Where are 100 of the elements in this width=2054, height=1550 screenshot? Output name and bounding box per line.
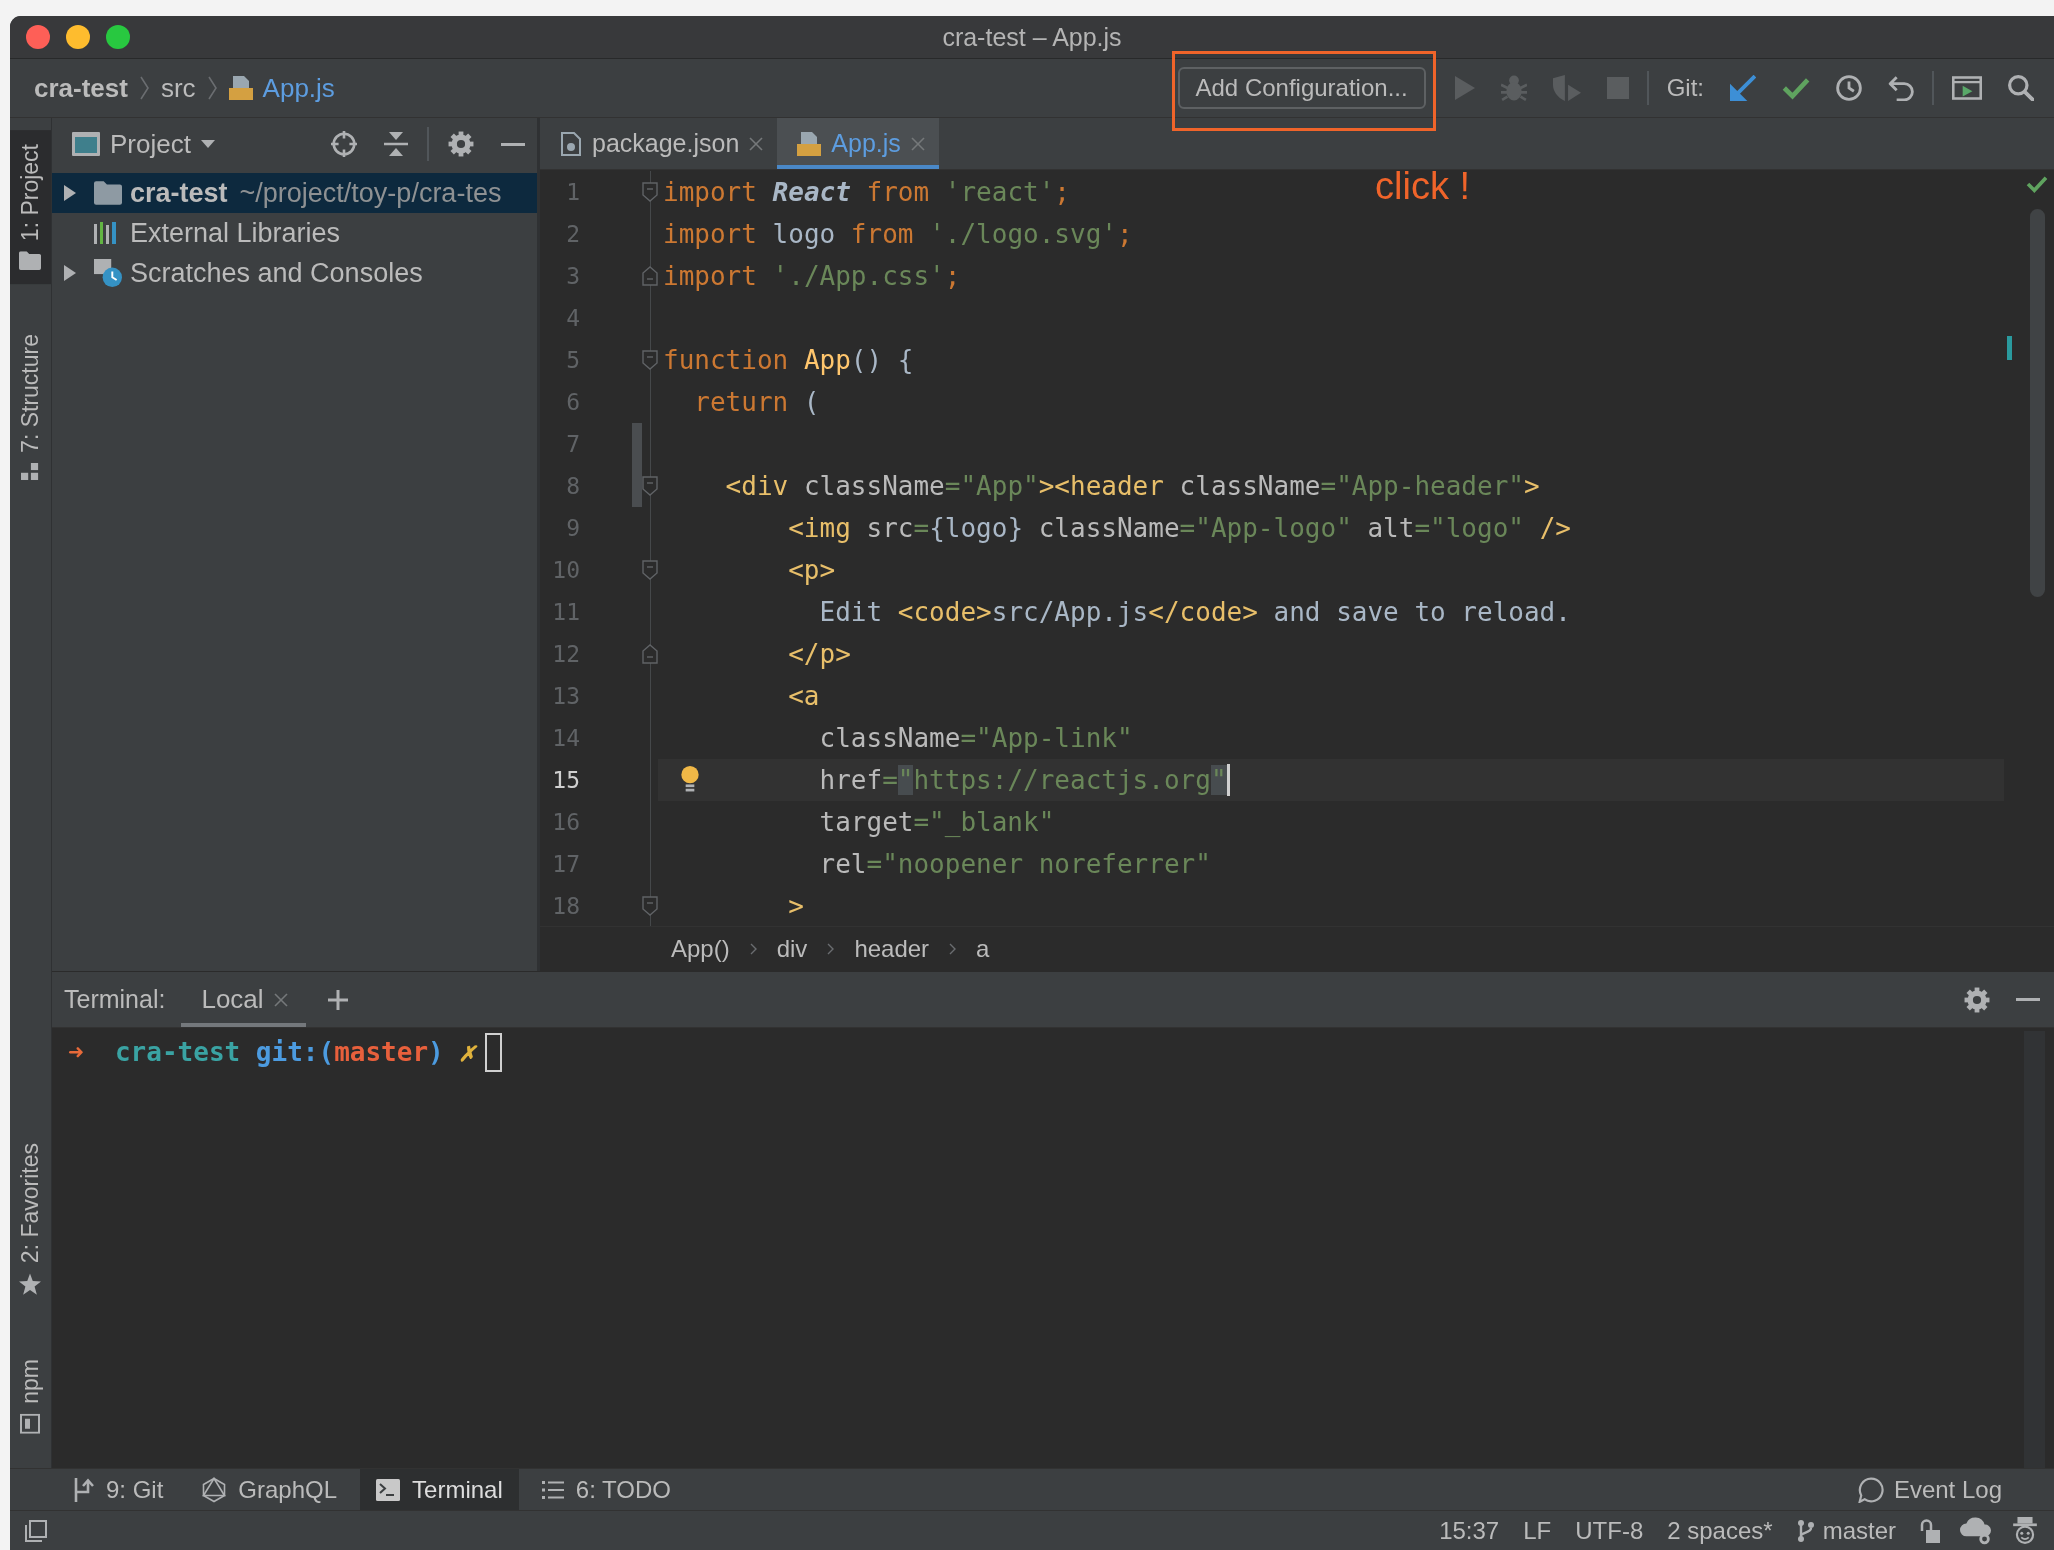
scrollbar-thumb[interactable] <box>2030 209 2045 597</box>
close-icon[interactable] <box>749 136 764 151</box>
code-line: import './App.css'; <box>663 261 961 291</box>
fold-marker-icon[interactable] <box>642 476 658 496</box>
check-icon[interactable] <box>2026 175 2048 193</box>
code-line: target="_blank" <box>819 807 1055 837</box>
npm-icon[interactable] <box>20 1414 41 1434</box>
plus-icon[interactable] <box>327 989 348 1010</box>
window-play-icon[interactable] <box>1952 76 1982 100</box>
tool-window-button[interactable]: npm <box>10 1345 51 1448</box>
expand-arrow-icon[interactable] <box>64 185 76 201</box>
code-line: </p> <box>788 639 851 669</box>
close-icon[interactable] <box>273 992 288 1007</box>
line-number: 11 <box>551 599 580 625</box>
chevron-icon <box>207 76 217 100</box>
breadcrumb-item[interactable]: header <box>854 935 930 963</box>
tool-window-button[interactable]: 9: Git <box>56 1469 180 1510</box>
json-file-icon <box>560 131 582 156</box>
tree-item[interactable]: External Libraries <box>52 213 537 253</box>
bulb-icon[interactable] <box>681 766 699 792</box>
git-label: Git: <box>1666 74 1704 102</box>
status-item[interactable]: 15:37 <box>1439 1516 1500 1545</box>
line-number: 18 <box>551 893 580 919</box>
code-line: className="App-link" <box>819 723 1133 753</box>
library-icon <box>94 222 118 244</box>
search-icon[interactable] <box>2008 75 2034 101</box>
code-line: > <box>788 891 804 921</box>
crosshair-icon[interactable] <box>331 131 357 157</box>
editor-tab[interactable]: App.js <box>777 118 939 169</box>
close-window-button[interactable] <box>26 25 50 49</box>
add-configuration-button[interactable]: Add Configuration... <box>1177 67 1426 109</box>
star-icon[interactable] <box>19 1273 42 1296</box>
minimize-icon[interactable] <box>501 142 525 146</box>
breadcrumb-item[interactable]: a <box>976 935 990 963</box>
tool-window-button[interactable]: GraphQL <box>186 1469 354 1510</box>
fold-marker-icon[interactable] <box>642 266 658 286</box>
tool-window-button[interactable]: 2: Favorites <box>10 1129 51 1310</box>
line-number: 8 <box>565 473 580 499</box>
clock-icon[interactable] <box>1836 75 1862 101</box>
inspector-icon[interactable] <box>2012 1516 2038 1545</box>
structure-icon[interactable] <box>21 463 40 482</box>
status-item[interactable]: UTF-8 <box>1575 1516 1644 1545</box>
window-icon[interactable] <box>25 1519 47 1542</box>
expand-arrow-icon[interactable] <box>64 265 76 281</box>
breadcrumb-item[interactable]: App.js <box>228 72 335 104</box>
event-log-button[interactable]: Event Log <box>1857 1469 2002 1510</box>
tool-window-button[interactable]: 7: Structure <box>10 320 51 496</box>
gear-icon[interactable] <box>1964 986 1990 1013</box>
terminal-cursor <box>485 1032 502 1072</box>
fold-marker-icon[interactable] <box>642 560 658 580</box>
terminal-title: Terminal: <box>64 985 166 1014</box>
view-dropdown[interactable]: Project <box>72 128 215 160</box>
gear-icon[interactable] <box>448 131 474 157</box>
padlock-icon[interactable] <box>1920 1518 1940 1543</box>
breadcrumb-item[interactable]: src <box>160 72 196 104</box>
zoom-window-button[interactable] <box>106 25 130 49</box>
status-item[interactable]: LF <box>1523 1516 1552 1545</box>
fold-marker-icon[interactable] <box>642 644 658 664</box>
code-line: Edit <code>src/App.js</code> and save to reload. <box>819 597 1571 627</box>
tool-window-button[interactable]: 6: TODO <box>525 1469 687 1510</box>
line-number: 4 <box>565 305 580 331</box>
fold-marker-icon[interactable] <box>642 182 658 202</box>
code-line: <div className="App"><header className="App-header"> <box>725 471 1540 501</box>
tree-item[interactable]: Scratches and Consoles <box>52 253 537 293</box>
branch-arrow-icon <box>72 1477 94 1502</box>
tool-window-button[interactable]: Terminal <box>360 1469 519 1510</box>
chevron-icon <box>749 943 757 955</box>
chevron-icon <box>139 76 149 100</box>
change-marker[interactable] <box>632 423 642 465</box>
editor-tab[interactable]: package.json <box>540 118 778 169</box>
scratch-file-icon <box>94 259 122 287</box>
terminal-icon <box>376 1478 401 1501</box>
folder-icon[interactable] <box>19 251 42 271</box>
line-number: 5 <box>565 347 580 373</box>
branch-widget[interactable]: master <box>1796 1516 1896 1545</box>
collapse-icon[interactable] <box>384 132 408 156</box>
change-marker[interactable] <box>632 465 642 507</box>
code-line: import logo from './logo.svg'; <box>663 219 1133 249</box>
breadcrumb-item[interactable]: App() <box>671 935 730 963</box>
minimize-window-button[interactable] <box>66 25 90 49</box>
breadcrumb-item[interactable]: div <box>776 935 808 963</box>
status-item[interactable]: 2 spaces* <box>1667 1516 1773 1545</box>
chevron-icon <box>949 943 957 955</box>
speech-bubble-icon <box>1857 1476 1884 1503</box>
breadcrumb-item[interactable]: cra-test <box>34 72 128 104</box>
text-caret <box>1226 764 1230 796</box>
terminal-tab[interactable]: Local <box>181 972 306 1027</box>
tool-window-button[interactable]: 1: Project <box>10 130 51 285</box>
tree-item[interactable]: cra-test ~/project/toy-p/cra-tes <box>52 173 537 213</box>
annotation-text: click ! <box>1375 166 1470 208</box>
undo-arrow-icon[interactable] <box>1888 75 1914 101</box>
down-left-arrow-icon[interactable] <box>1730 75 1756 101</box>
js-file-icon <box>797 131 822 156</box>
cloud-gear-icon[interactable] <box>1960 1516 1992 1545</box>
fold-marker-icon[interactable] <box>642 896 658 916</box>
code-line: import React from 'react'; <box>663 177 1070 207</box>
check-icon[interactable] <box>1782 76 1810 100</box>
fold-marker-icon[interactable] <box>642 350 658 370</box>
stripe-marker[interactable] <box>2007 336 2012 360</box>
line-number: 6 <box>565 389 580 415</box>
